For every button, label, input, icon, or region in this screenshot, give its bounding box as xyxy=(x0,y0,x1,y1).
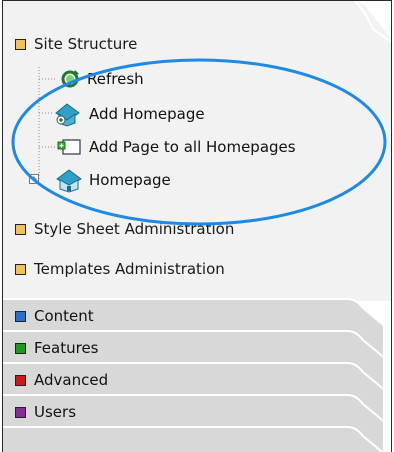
tab-square-icon xyxy=(15,342,26,354)
tree-item-label: Add Page to all Homepages xyxy=(89,138,296,156)
section-templates-admin[interactable]: Templates Administration xyxy=(15,260,225,278)
tree-item-add-page-all[interactable]: Add Page to all Homepages xyxy=(57,136,296,158)
tab-square-icon xyxy=(15,310,26,322)
tree-item-homepage[interactable]: Homepage xyxy=(55,167,171,193)
section-label: Templates Administration xyxy=(34,260,225,278)
section-label: Style Sheet Administration xyxy=(34,220,235,238)
tree-item-refresh[interactable]: Refresh xyxy=(59,68,144,90)
tab-advanced[interactable]: Advanced xyxy=(3,364,391,398)
refresh-icon xyxy=(61,70,79,88)
tab-label: Content xyxy=(34,307,94,325)
tab-features[interactable]: Features xyxy=(3,332,391,366)
section-square-icon xyxy=(15,223,26,235)
tab-empty xyxy=(3,428,391,452)
tree-item-label: Refresh xyxy=(87,70,144,88)
page-add-icon xyxy=(57,139,81,155)
expand-box[interactable] xyxy=(29,174,39,184)
section-square-icon xyxy=(15,263,26,275)
tab-label: Features xyxy=(34,339,99,357)
tree-item-add-homepage[interactable]: Add Homepage xyxy=(53,101,205,127)
tree-item-label: Homepage xyxy=(89,171,171,189)
tab-users[interactable]: Users xyxy=(3,396,391,430)
section-stylesheet-admin[interactable]: Style Sheet Administration xyxy=(15,220,234,238)
navigation-panel: Site Structure Refresh Add Homepage Add … xyxy=(2,0,392,452)
tab-label: Users xyxy=(34,403,77,421)
house-icon xyxy=(56,169,82,193)
tab-square-icon xyxy=(15,374,26,386)
tab-label: Advanced xyxy=(34,371,109,389)
tab-content[interactable]: Content xyxy=(3,300,391,334)
house-add-icon xyxy=(55,103,80,127)
tree-item-label: Add Homepage xyxy=(89,105,205,123)
tab-square-icon xyxy=(15,406,26,418)
